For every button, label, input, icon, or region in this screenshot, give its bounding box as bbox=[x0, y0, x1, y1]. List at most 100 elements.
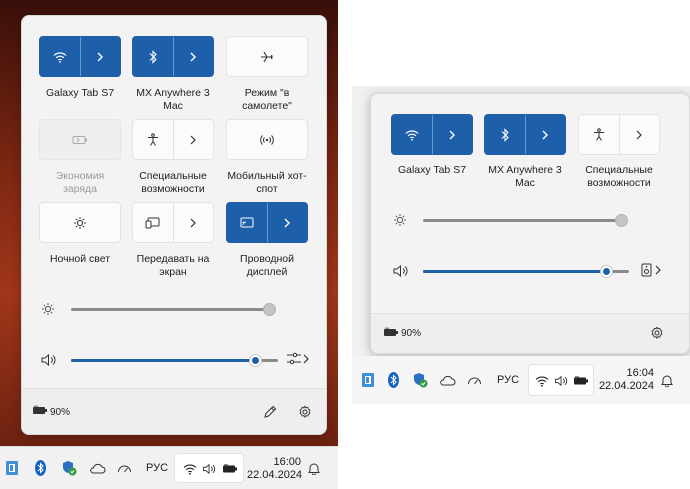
tile-label-night-light: Ночной свет bbox=[49, 253, 111, 265]
brightness-slider[interactable] bbox=[423, 214, 628, 227]
chevron-right-icon bbox=[97, 52, 104, 61]
tile-night-light[interactable] bbox=[39, 202, 121, 243]
performance-tray[interactable] bbox=[116, 461, 132, 475]
volume-slider-fill bbox=[71, 359, 255, 362]
onedrive-tray[interactable] bbox=[88, 461, 106, 475]
wifi-expand[interactable] bbox=[432, 115, 472, 154]
notifications-button[interactable] bbox=[307, 461, 321, 475]
bluetooth-expand[interactable] bbox=[525, 115, 565, 154]
wifi-icon bbox=[53, 51, 67, 63]
tile-label-battery-saver: Экономия заряда bbox=[55, 170, 105, 195]
clock-time: 16:04 bbox=[626, 367, 654, 379]
tile-accessibility[interactable] bbox=[132, 119, 214, 160]
accessibility-expand[interactable] bbox=[173, 120, 213, 159]
tile-accessibility[interactable] bbox=[578, 114, 660, 155]
settings-gear-icon[interactable] bbox=[298, 405, 312, 419]
taskbar: РУС 16:04 22.04.2024 bbox=[352, 356, 690, 404]
clock-time: 16:00 bbox=[273, 456, 301, 468]
app-icon[interactable] bbox=[5, 460, 19, 476]
performance-tray[interactable] bbox=[466, 373, 482, 387]
shield-check-icon bbox=[413, 373, 427, 388]
battery-charging-icon[interactable] bbox=[383, 327, 399, 337]
wifi-expand[interactable] bbox=[80, 37, 120, 76]
language-indicator[interactable]: РУС bbox=[144, 461, 170, 475]
system-tray-status-group[interactable] bbox=[528, 364, 594, 396]
volume-slider[interactable] bbox=[423, 265, 629, 278]
wired-display-toggle[interactable] bbox=[227, 203, 267, 242]
app-tray-icon bbox=[362, 373, 374, 387]
screenshot-right: Galaxy Tab S7 MX Anywhere 3 Mac Специаль… bbox=[352, 86, 690, 404]
volume-slider-thumb[interactable] bbox=[600, 265, 613, 278]
settings-gear-icon[interactable] bbox=[650, 326, 664, 340]
speaker-output-select-icon[interactable] bbox=[641, 263, 663, 277]
security-tray[interactable] bbox=[412, 371, 428, 389]
chevron-right-icon bbox=[449, 130, 456, 139]
battery-charging-icon[interactable] bbox=[32, 405, 48, 415]
brightness-icon bbox=[42, 303, 54, 315]
wifi-toggle[interactable] bbox=[392, 115, 432, 154]
audio-output-select-icon[interactable] bbox=[286, 352, 310, 366]
tile-airplane[interactable] bbox=[226, 36, 308, 77]
bluetooth-toggle[interactable] bbox=[485, 115, 525, 154]
battery-percent: 90% bbox=[50, 407, 71, 418]
volume-icon bbox=[203, 463, 216, 475]
clock-date: 22.04.2024 bbox=[247, 469, 303, 481]
chevron-right-icon bbox=[542, 130, 549, 139]
tile-label-cast: Передавать на экран bbox=[136, 253, 210, 278]
edit-pencil-icon[interactable] bbox=[263, 405, 277, 419]
app-tray-icon bbox=[6, 461, 18, 475]
tile-label-accessibility: Специальные возможности bbox=[139, 170, 207, 195]
volume-icon[interactable] bbox=[41, 353, 57, 367]
tile-wifi[interactable] bbox=[39, 36, 121, 77]
tile-label-bluetooth: MX Anywhere 3 Mac bbox=[488, 164, 562, 189]
onedrive-tray[interactable] bbox=[438, 373, 456, 387]
screenshot-left: Galaxy Tab S7 MX Anywhere 3 Mac Режим "в… bbox=[0, 0, 338, 489]
cast-expand[interactable] bbox=[173, 203, 213, 242]
brightness-slider-thumb[interactable] bbox=[615, 214, 628, 227]
brightness-slider-thumb[interactable] bbox=[263, 303, 276, 316]
cast-toggle[interactable] bbox=[133, 203, 173, 242]
language-indicator[interactable]: РУС bbox=[495, 373, 521, 387]
night-light-icon bbox=[74, 216, 86, 229]
tile-mobile-hotspot[interactable] bbox=[226, 119, 308, 160]
system-tray-status-group[interactable] bbox=[174, 453, 244, 483]
app-icon[interactable] bbox=[361, 372, 375, 388]
wired-display-expand[interactable] bbox=[267, 203, 307, 242]
brightness-slider[interactable] bbox=[71, 303, 276, 316]
clock[interactable]: 16:04 22.04.2024 bbox=[598, 367, 654, 393]
bluetooth-toggle[interactable] bbox=[133, 37, 173, 76]
security-tray[interactable] bbox=[61, 459, 77, 477]
battery-charging-icon bbox=[574, 376, 588, 385]
clock[interactable]: 16:00 22.04.2024 bbox=[247, 456, 303, 482]
wifi-toggle[interactable] bbox=[40, 37, 80, 76]
gauge-icon bbox=[117, 465, 131, 473]
chevron-right-icon bbox=[190, 52, 197, 61]
accessibility-toggle[interactable] bbox=[133, 120, 173, 159]
cast-icon bbox=[145, 217, 160, 228]
volume-icon[interactable] bbox=[393, 264, 409, 278]
wifi-icon bbox=[535, 376, 549, 387]
volume-slider-thumb[interactable] bbox=[249, 354, 262, 367]
hotspot-icon bbox=[260, 134, 274, 145]
bluetooth-tray[interactable] bbox=[386, 371, 400, 389]
quick-settings-panel: Galaxy Tab S7 MX Anywhere 3 Mac Режим "в… bbox=[21, 15, 327, 435]
cloud-icon bbox=[89, 463, 105, 473]
shield-check-icon bbox=[62, 461, 76, 476]
tile-bluetooth[interactable] bbox=[484, 114, 566, 155]
tile-battery-saver bbox=[39, 119, 121, 160]
tile-cast[interactable] bbox=[132, 202, 214, 243]
tile-label-bluetooth: MX Anywhere 3 Mac bbox=[136, 87, 210, 112]
battery-saver-icon bbox=[72, 135, 87, 144]
battery-charging-icon bbox=[223, 464, 237, 473]
volume-slider[interactable] bbox=[71, 354, 278, 367]
accessibility-toggle[interactable] bbox=[579, 115, 619, 154]
bluetooth-tray[interactable] bbox=[33, 459, 47, 477]
tile-bluetooth[interactable] bbox=[132, 36, 214, 77]
tile-wifi[interactable] bbox=[391, 114, 473, 155]
bluetooth-expand[interactable] bbox=[173, 37, 213, 76]
tile-wired-display[interactable] bbox=[226, 202, 308, 243]
bell-icon bbox=[661, 375, 673, 387]
accessibility-expand[interactable] bbox=[619, 115, 659, 154]
accessibility-icon bbox=[147, 133, 158, 146]
notifications-button[interactable] bbox=[660, 373, 674, 387]
